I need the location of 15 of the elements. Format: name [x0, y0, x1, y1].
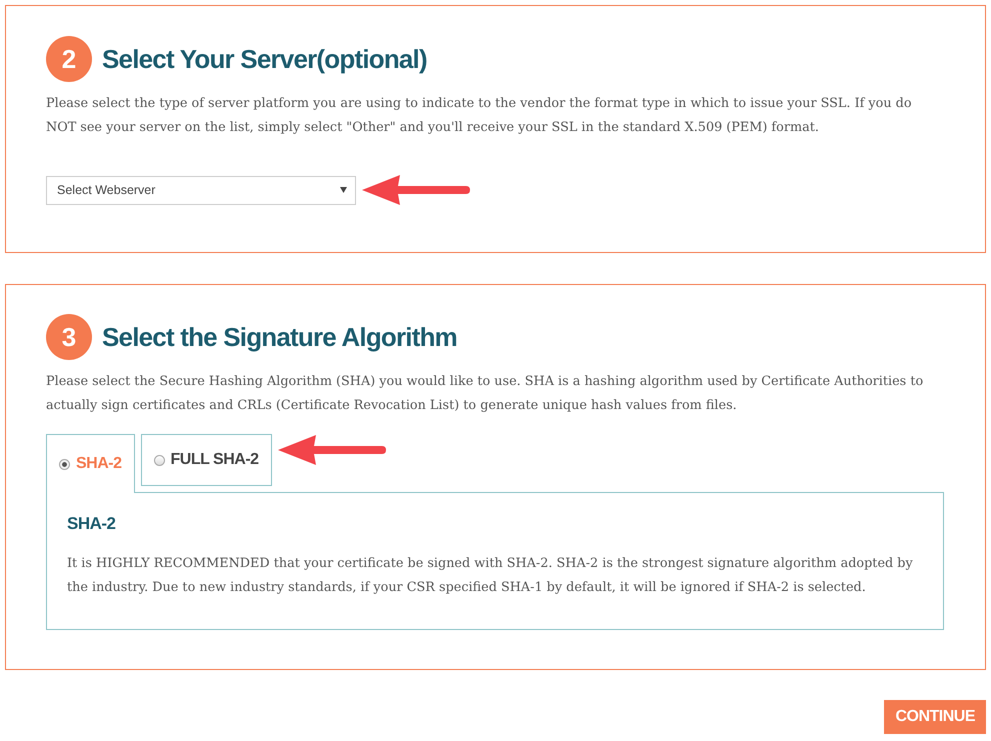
section-title: Select the Signature Algorithm — [102, 321, 457, 353]
section-description: Please select the Secure Hashing Algorithm (SHA) you would like to use. SHA is a hashing algorithm used by Certificate Authorities to actually sign certificates and CRLs (Certificate Revocation List) to generate unique hash values from files. — [46, 373, 924, 415]
radio-button[interactable] — [154, 454, 165, 466]
left-arrow-icon — [278, 434, 388, 466]
panel-title: SHA-2 — [67, 514, 117, 534]
left-arrow-icon — [362, 174, 472, 206]
step-badge: 2 — [46, 36, 92, 82]
webserver-select[interactable]: Select Webserver — [46, 176, 356, 204]
step-badge: 3 — [46, 314, 92, 360]
section-title: Select Your Server(optional) — [102, 43, 427, 75]
radio-button[interactable] — [59, 458, 70, 470]
section-description: Please select the type of server platform you are using to indicate to the vendor the format type in which to issue your SSL. If you do NOT see your server on the list, simply select "Other" and you'll receive your SSL in the standard X.509 (PEM) format. — [46, 95, 913, 137]
panel-text: It is HIGHLY RECOMMENDED that your certificate be signed with SHA-2. SHA-2 is the strongest signature algorithm adopted by the industry. Due to new industry standards, if your CSR specified SHA-1 by default, it will be ignored if SHA-2 is selected. — [67, 555, 914, 597]
algorithm-tab[interactable]: FULL SHA-2 — [140, 434, 272, 486]
caret-icon — [340, 187, 347, 193]
